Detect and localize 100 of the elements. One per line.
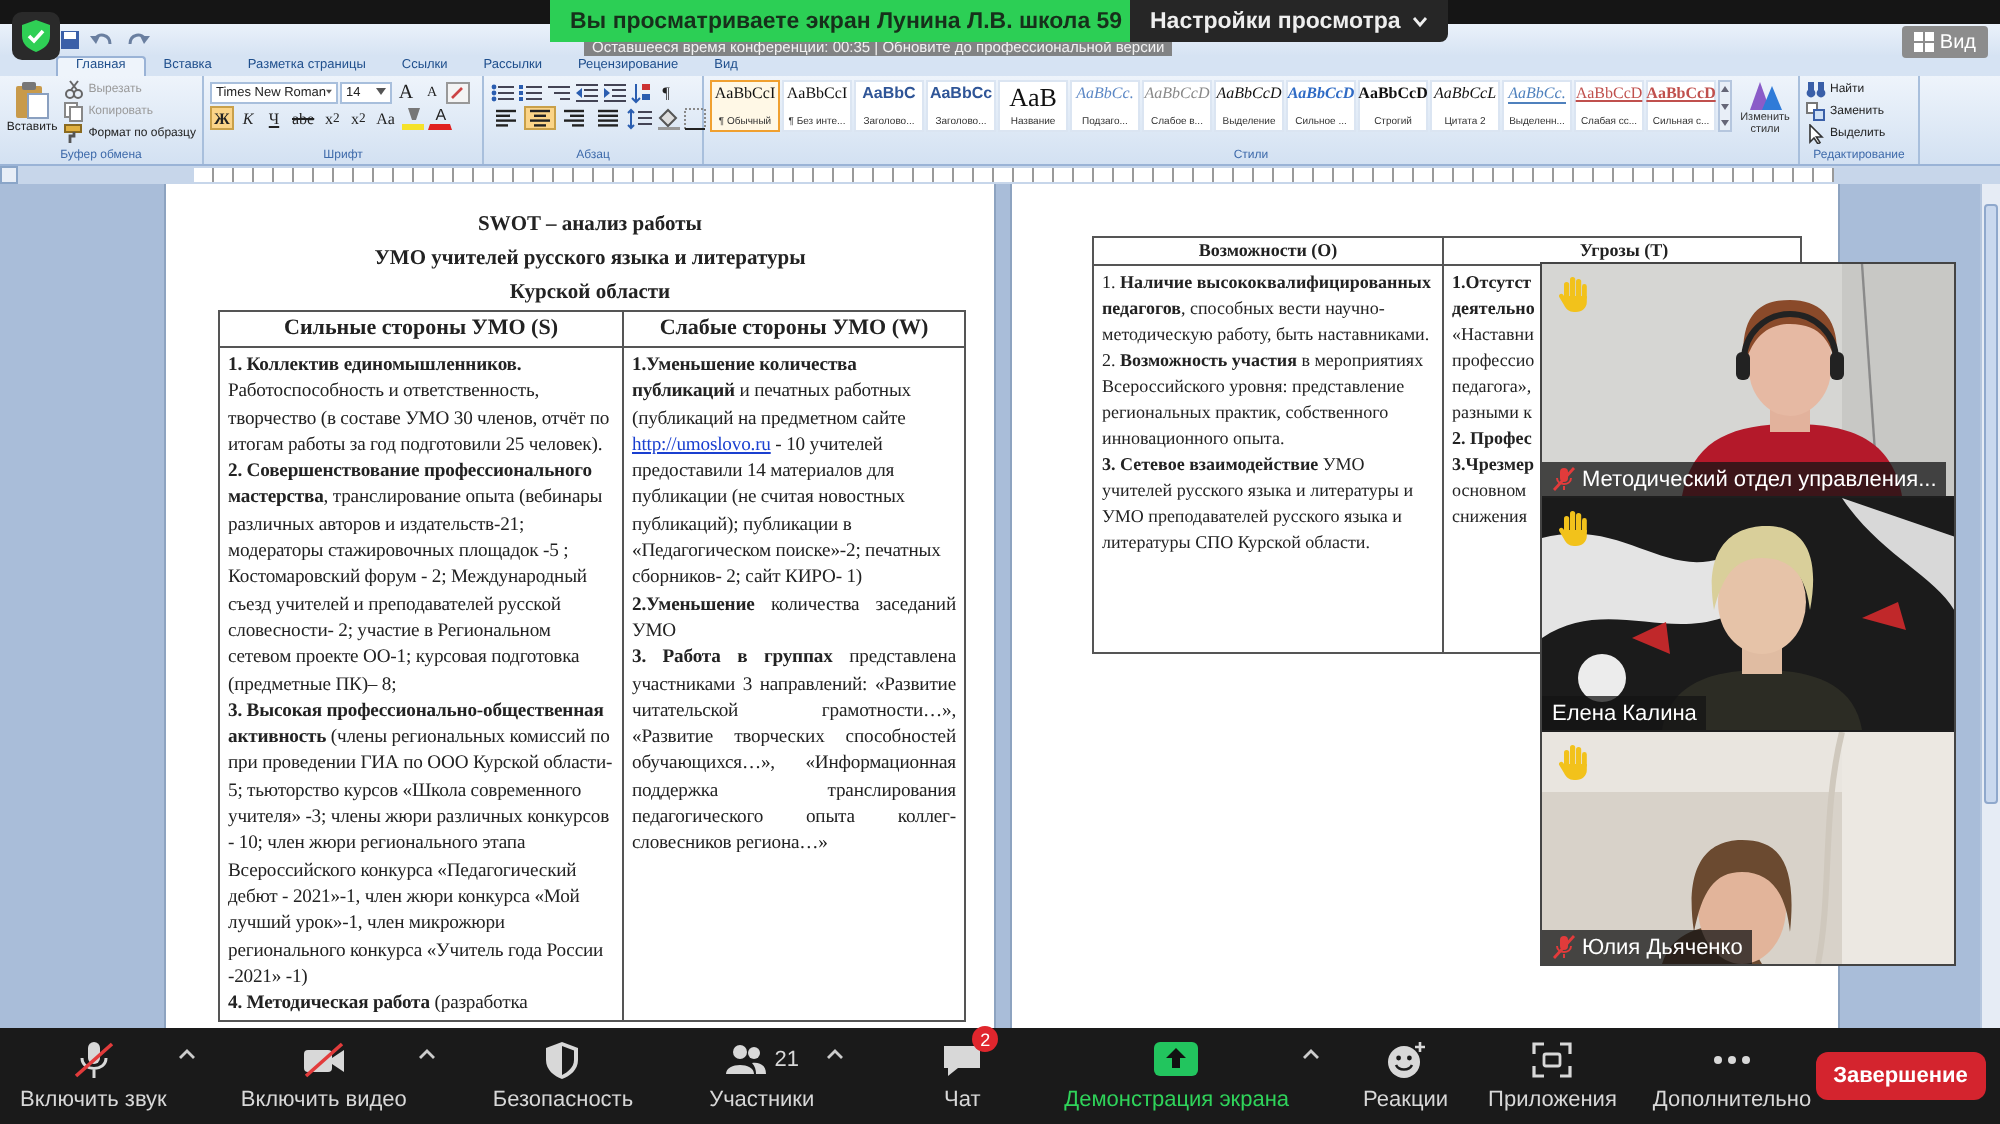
paragraph: 3. Работа в группах представлена участниками 3 направлений: «Развитие читательской грамотности…», «Развитие творческих способностей обучающихся…», «Информационная поддержка транслирования педагогического опыта коллег-словесников региона…» [632, 644, 956, 858]
paragraph: 1. Наличие высококвалифицированных педагогов, способных вести научно-методическую работу, быть наставниками. [1102, 270, 1433, 348]
text-line: разными к [1452, 400, 1533, 426]
format-button[interactable]: Ч [262, 106, 286, 130]
style-sample: AaBbCcL [1433, 84, 1497, 102]
styles-icon [1747, 80, 1783, 112]
chevron-down-icon [1412, 15, 1429, 27]
format-button[interactable]: К [236, 106, 260, 130]
scissors-icon [64, 80, 85, 100]
text-line: 1.Отсутст [1452, 270, 1532, 296]
copy-icon [64, 102, 85, 122]
undo-icon[interactable] [88, 30, 116, 50]
shading-icon[interactable] [656, 107, 682, 129]
style-sample: AaBbCcD [1287, 84, 1355, 102]
share-screen-button[interactable]: Демонстрация экрана [1060, 1040, 1294, 1112]
align-button[interactable] [490, 106, 522, 130]
participants-button[interactable]: 21 Участники [705, 1040, 819, 1112]
style-sample: AaBbCcI [786, 84, 848, 102]
text-line: основном [1452, 478, 1527, 504]
sort-icon[interactable] [630, 81, 652, 103]
participant-name: Методический отдел управления... [1582, 467, 1937, 491]
style-sample: AaBbCcI [714, 84, 776, 102]
text-line: «Наставни [1452, 322, 1534, 348]
video-button[interactable]: Включить видео [236, 1040, 411, 1112]
align-button[interactable] [592, 106, 624, 130]
clear-format-icon[interactable] [446, 81, 470, 103]
align-center-icon [528, 108, 552, 128]
style-sample: AaBbCcD [1575, 84, 1643, 102]
text-line: профессио [1452, 348, 1535, 374]
paragraph: 2. Совершенствование профессионального мастерства, транслирование опыта (вебинары различных авторов и издательств-21; модераторы стажировочных площадок -5 ; Костомаровский форум - 2; Международный съезд учителей и преподавателей русской словесности- 2; участие в Региональном сетевом проекте ОО-1; курсовая подготовка (предметные ПК)– 8; [228, 458, 605, 698]
style-sample: AaBbCcD [1646, 84, 1716, 102]
participant-name: Юлия Дьяченко [1582, 935, 1743, 959]
style-sample: AaBbCcD [1216, 84, 1282, 102]
paragraph: 3. Сетевое взаимодействие УМО учителей русского языка и литературы и УМО преподавателей русского языка и литературы СПО Курской области. [1102, 452, 1416, 556]
numbered-list-icon[interactable] [518, 81, 544, 103]
bullet-list-icon[interactable] [490, 81, 516, 103]
security-button[interactable]: Безопасность [488, 1040, 638, 1112]
line-spacing-icon[interactable] [626, 107, 654, 129]
text-line: снижения [1452, 504, 1527, 530]
grid-icon [1913, 32, 1934, 52]
format-button[interactable]: abe [288, 106, 319, 130]
title-line: SWOT – анализ работы [476, 212, 704, 240]
caret-down-icon [376, 88, 386, 96]
multilevel-list-icon[interactable] [546, 81, 572, 103]
link[interactable]: http://umoslovo.ru [632, 433, 771, 456]
caret-up-icon[interactable] [826, 1048, 845, 1060]
caret-up-icon[interactable] [418, 1048, 437, 1060]
cursor-icon [1806, 124, 1826, 144]
align-left-icon [494, 108, 518, 128]
style-sample: AaBbCc. [1508, 84, 1566, 104]
font-color-button[interactable]: A [428, 106, 453, 130]
style-sample: AaBbC [862, 84, 916, 102]
format-button[interactable]: Ж [210, 106, 234, 130]
ruler-toggle-icon[interactable] [0, 166, 18, 184]
brush-icon [64, 124, 85, 144]
decrease-indent-icon[interactable] [574, 81, 600, 103]
caret-up-icon[interactable] [178, 1048, 197, 1060]
scrollbar-thumb[interactable] [1984, 204, 1998, 804]
replace-icon [1806, 102, 1826, 122]
save-icon[interactable] [60, 30, 80, 50]
text-line: 3.Чрезмер [1452, 452, 1534, 478]
scrollbar[interactable] [1980, 184, 2000, 1028]
align-justify-icon [596, 108, 620, 128]
redo-icon[interactable] [124, 30, 152, 50]
caret-up-icon[interactable] [1301, 1048, 1320, 1060]
reactions-button[interactable]: Реакции [1359, 1040, 1453, 1112]
end-meeting-button[interactable]: Завершение [1815, 1052, 1986, 1100]
more-icon [1713, 1056, 1750, 1064]
column-header: Слабые стороны УМО (W) [624, 312, 964, 348]
more-button[interactable]: Дополнительно [1648, 1040, 1816, 1112]
smiley-icon [1383, 1040, 1428, 1080]
gallery-scroll-icon[interactable] [1718, 80, 1732, 132]
increase-indent-icon[interactable] [602, 81, 628, 103]
format-button[interactable]: Aa [372, 106, 399, 130]
title-line: УМО учителей русского языка и литературы [372, 246, 808, 274]
grow-font-button[interactable]: A [394, 80, 418, 104]
align-button[interactable] [524, 106, 556, 130]
paragraph: 1. Коллектив единомышленников. Работоспособность и ответственность, творчество (в составе УМО 30 членов, отчёт по итогам работы за год подготовили 25 человек). [228, 352, 612, 459]
title-line: Курской области [507, 280, 673, 308]
people-icon [724, 1040, 769, 1080]
column-header: Сильные стороны УМО (S) [220, 312, 624, 348]
style-sample: AaBbCc [929, 84, 993, 102]
binoculars-icon [1806, 80, 1826, 100]
shield-check-icon [12, 12, 60, 60]
borders-icon[interactable] [684, 107, 706, 129]
align-right-icon [562, 108, 586, 128]
apps-button[interactable]: Приложения [1484, 1040, 1621, 1112]
paragraph: 1.Уменьшение количества публикаций и печатных работных (публикаций на предметном сайте http://umoslovo.ru - 10 учителей предоставили 14 материалов для публикации (не считая новостных публикаций); публикации в «Педагогическом поиске»-2; печатных сборников- 2; сайт КИРО- 1) [632, 352, 943, 592]
paragraph: 3. Высокая профессионально-общественная активность (члены региональных комиссий по при проведении ГИА по ООО Курской области- 5; тьюторство курсов «Школа современного учителя» -3; члены жюри различных конкурсов - 10; член жюри регионального этапа Всероссийского конкурса «Педагогический дебют - 2021»-1, член жюри конкурса «Мой лучший урок»-1, член микрожюри регионального конкурса «Учитель года России -2021» -1) [228, 697, 614, 991]
audio-button[interactable]: Включить звук [16, 1040, 171, 1112]
notification-badge: 2 [972, 1026, 999, 1052]
highlighter-icon[interactable] [400, 106, 427, 130]
chat-button[interactable]: Чат 2 [936, 1026, 1001, 1112]
style-sample: AaB [1009, 84, 1057, 110]
view-settings-button[interactable]: Настройки просмотра [1130, 0, 1449, 42]
align-button[interactable] [558, 106, 590, 130]
pilcrow-button[interactable]: ¶ [654, 80, 678, 104]
paragraph: 2. Возможность участия в мероприятиях Всероссийского уровня: представление региональных практик, собственного инновационного опыта. [1102, 348, 1426, 452]
chat-bubble-icon [940, 1040, 985, 1080]
style-sample: AaBbCc. [1076, 84, 1134, 102]
